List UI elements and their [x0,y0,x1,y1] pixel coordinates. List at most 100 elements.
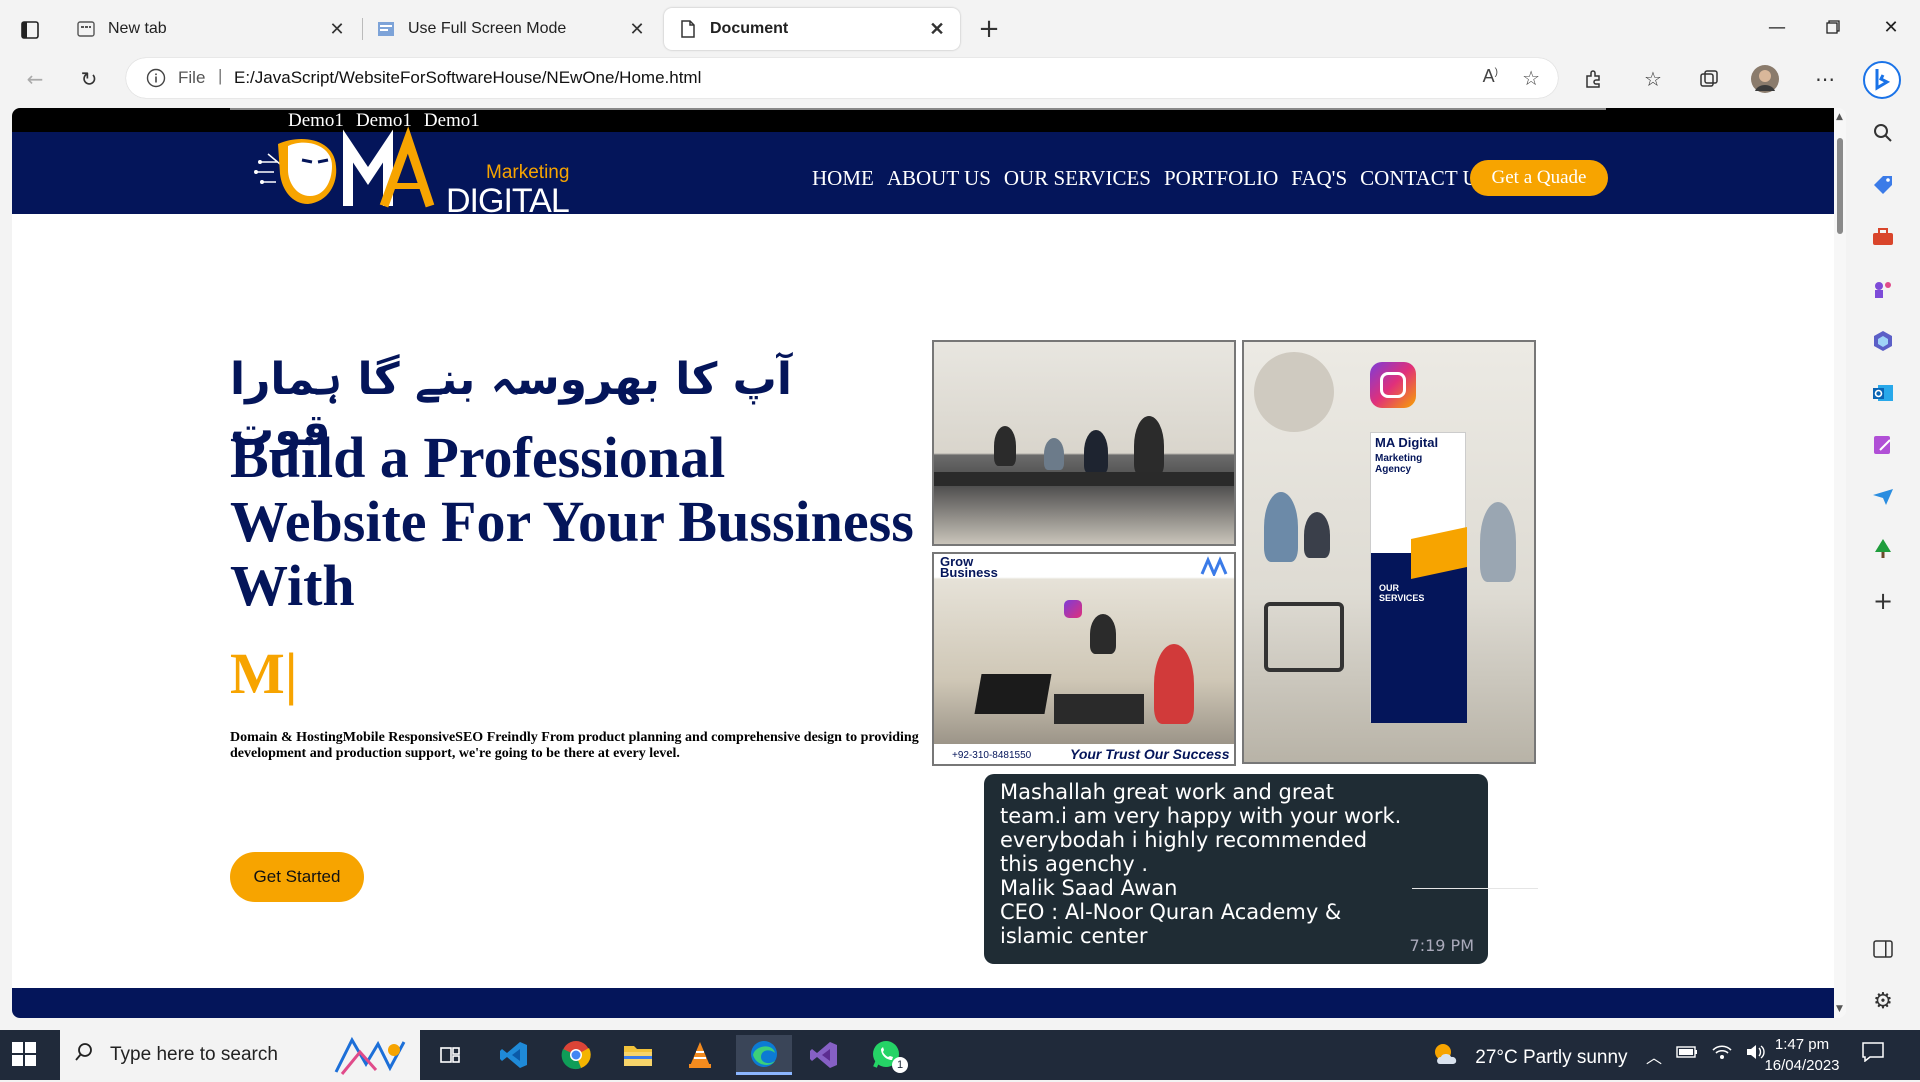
url-text[interactable]: E:/JavaScript/WebsiteForSoftwareHouse/NE… [234,68,701,88]
add-sidebar-app-icon[interactable]: + [1868,586,1898,616]
sidebar-toggle-icon[interactable] [1868,934,1898,964]
weather-text: 27°C Partly sunny [1475,1047,1628,1069]
browser-toolbar: ← ↻ File | E:/JavaScript/WebsiteForSoftw… [0,56,1920,102]
close-icon[interactable]: ✕ [326,18,348,40]
send-icon[interactable] [1868,482,1898,512]
search-icon[interactable] [1868,118,1898,148]
office-photo-workstation: Grow Business +92-310-8481550 Your Trust… [932,552,1236,766]
windows-start-icon[interactable] [10,1040,40,1070]
logo-word-digital: DIGITAL [446,182,570,220]
logo-word-marketing: Marketing [486,162,570,183]
review-line: everybodah i highly recommended [1000,828,1368,852]
weather-icon [1432,1042,1462,1074]
instagram-icon [1064,600,1082,618]
battery-icon[interactable] [1676,1044,1698,1068]
favorites-icon[interactable]: ☆ [1636,62,1670,96]
add-favorite-icon[interactable]: ☆ [1522,66,1540,91]
edge-sidebar: + ⚙ [1846,56,1920,1030]
review-line: Malik Saad Awan [1000,876,1178,900]
outlook-icon[interactable] [1868,378,1898,408]
task-view-icon[interactable] [426,1035,474,1075]
hero-description: Domain & HostingMobile ResponsiveSEO Fre… [230,730,919,761]
clock-time: 1:47 pm [1774,1036,1830,1053]
more-menu-icon[interactable]: ⋯ [1808,62,1842,96]
system-tray: ︿ [1646,1044,1766,1068]
tab-new-tab[interactable]: New tab ✕ [62,8,360,50]
photo-header: Grow Business [940,554,998,580]
read-aloud-icon[interactable]: A) [1483,66,1498,87]
shopping-tag-icon[interactable] [1868,170,1898,200]
nav-home[interactable]: HOME [812,166,874,191]
tab-label: Document [710,20,789,37]
page-scrollbar[interactable]: ▲ ▼ [1834,108,1846,1018]
settings-gear-icon[interactable]: ⚙ [1868,986,1898,1016]
review-timestamp: 7:19 PM [1409,936,1474,955]
visual-studio-icon[interactable] [800,1035,848,1075]
weather-widget[interactable]: 27°C Partly sunny [1432,1042,1628,1074]
nav-our-services[interactable]: OUR SERVICES [1004,166,1151,191]
close-icon[interactable]: ✕ [626,18,648,40]
scrollbar-thumb[interactable] [1837,138,1843,234]
hero-title-line: Build a Professional [230,425,726,490]
minimize-button[interactable]: — [1754,10,1800,44]
scroll-down-icon[interactable]: ▼ [1836,1004,1843,1014]
get-started-button[interactable]: Get Started [230,852,364,902]
nav-about-us[interactable]: ABOUT US [887,166,991,191]
microsoft-365-icon[interactable] [1868,326,1898,356]
review-line: team.i am very happy with your work. [1000,804,1402,828]
office-photo-desk [932,340,1236,546]
ma-logo-icon [1200,556,1228,578]
address-bar[interactable]: File | E:/JavaScript/WebsiteForSoftwareH… [126,58,1558,98]
tab-document[interactable]: Document ✕ [664,8,960,50]
wifi-icon[interactable] [1712,1044,1732,1068]
office-photo-banner: MA Digital Marketing Agency OUR SERVICES [1242,340,1536,764]
banner-services: OUR SERVICES [1379,583,1425,603]
whatsapp-icon[interactable]: 1 [862,1035,910,1075]
tab-actions-icon[interactable] [14,14,46,46]
scroll-up-icon[interactable]: ▲ [1836,112,1843,122]
bing-chat-icon[interactable] [1862,60,1902,100]
get-a-quote-button[interactable]: Get a Quade [1470,160,1608,196]
url-scheme: File [178,68,206,87]
collections-icon[interactable] [1692,62,1726,96]
taskbar-search[interactable]: Type here to search [60,1030,420,1080]
main-nav: HOME ABOUT US OUR SERVICES PORTFOLIO FAQ… [812,166,1489,191]
file-explorer-icon[interactable] [614,1035,662,1075]
tab-use-full-screen-mode[interactable]: Use Full Screen Mode ✕ [362,8,660,50]
profile-avatar-icon[interactable] [1748,62,1782,96]
taskbar-clock[interactable]: 1:47 pm 16/04/2023 [1762,1034,1842,1076]
hero-title-line: With [230,553,355,618]
close-window-button[interactable]: ✕ [1868,10,1914,44]
new-tab-button[interactable]: + [974,14,1004,44]
edge-icon[interactable] [736,1035,792,1075]
faint-divider [1412,888,1538,889]
games-icon[interactable] [1868,274,1898,304]
review-line: this agenchy . [1000,852,1149,876]
tree-icon[interactable] [1868,534,1898,564]
search-icon [74,1042,94,1068]
vlc-icon[interactable] [676,1035,724,1075]
back-arrow-icon[interactable]: ← [18,62,52,96]
nav-portfolio[interactable]: PORTFOLIO [1164,166,1278,191]
search-highlight-art [332,1034,412,1076]
brand-logo[interactable]: Marketing DIGITAL [248,124,570,220]
restore-button[interactable] [1810,10,1856,44]
refresh-icon[interactable]: ↻ [72,62,106,96]
photo-footer: Your Trust Our Success [1070,746,1230,762]
designer-icon[interactable] [1868,430,1898,460]
clock-date: 16/04/2023 [1764,1057,1840,1074]
site-navbar: Marketing DIGITAL HOME ABOUT US OUR SERV… [12,126,1834,220]
page-thumbnail-icon [376,19,396,39]
tools-icon[interactable] [1868,222,1898,252]
url-divider: | [218,66,223,85]
page-viewport: Demo1 Demo1 Demo1 Marketing DIGITAL HOME… [12,108,1846,1018]
nav-faqs[interactable]: FAQ'S [1291,166,1347,191]
chrome-icon[interactable] [552,1035,600,1075]
close-icon[interactable]: ✕ [926,18,948,40]
extensions-icon[interactable] [1576,62,1610,96]
vscode-icon[interactable] [490,1035,538,1075]
notifications-icon[interactable] [1862,1042,1884,1067]
next-section-band [12,988,1834,1018]
info-icon[interactable] [146,68,166,93]
show-hidden-icons-chevron-icon[interactable]: ︿ [1646,1044,1662,1068]
